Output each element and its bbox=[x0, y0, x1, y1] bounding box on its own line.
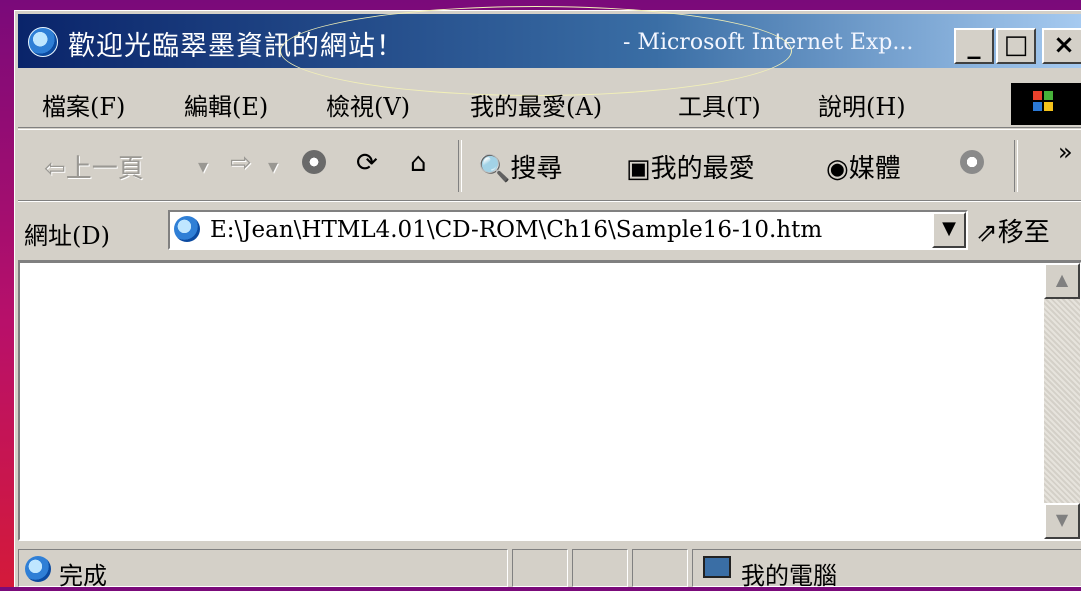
back-arrow-icon: ⇦ bbox=[44, 154, 66, 184]
status-bar: 完成 我的電腦 bbox=[18, 545, 1081, 590]
address-input[interactable]: E:\Jean\HTML4.01\CD-ROM\Ch16\Sample16-10… bbox=[168, 210, 968, 250]
ie-status-icon bbox=[25, 556, 51, 582]
minimize-button[interactable]: _ bbox=[954, 28, 994, 64]
menu-edit[interactable]: 編輯(E) bbox=[184, 87, 268, 122]
scroll-down-button[interactable]: ▼ bbox=[1044, 503, 1080, 539]
title-bar[interactable]: 歡迎光臨翠墨資訊的網站！ - Microsoft Internet Exp...… bbox=[18, 6, 1081, 96]
refresh-button[interactable]: ⟳ bbox=[356, 148, 378, 178]
media-icon: ◉ bbox=[826, 154, 849, 184]
status-main-pane: 完成 bbox=[18, 549, 508, 590]
window-title: 歡迎光臨翠墨資訊的網站！ bbox=[68, 31, 404, 62]
history-button[interactable] bbox=[960, 148, 984, 178]
go-label: 移至 bbox=[997, 218, 1050, 248]
status-zone-text: 我的電腦 bbox=[741, 562, 837, 590]
page-icon bbox=[174, 216, 200, 242]
favorites-label: 我的最愛 bbox=[650, 154, 755, 184]
menu-view[interactable]: 檢視(V) bbox=[326, 87, 410, 122]
menu-favorites[interactable]: 我的最愛(A) bbox=[470, 87, 602, 122]
stop-icon bbox=[302, 150, 326, 174]
browser-window: 歡迎光臨翠墨資訊的網站！ - Microsoft Internet Exp...… bbox=[14, 6, 1081, 590]
media-label: 媒體 bbox=[848, 154, 901, 184]
status-zone-pane: 我的電腦 bbox=[692, 549, 1081, 590]
status-pane-3 bbox=[572, 549, 628, 587]
windows-throbber bbox=[1011, 83, 1081, 125]
close-button[interactable]: × bbox=[1042, 28, 1081, 64]
forward-arrow-icon: ⇨ bbox=[230, 148, 252, 178]
search-icon: 🔍 bbox=[478, 154, 511, 184]
back-button[interactable]: ⇦上一頁 bbox=[44, 148, 144, 185]
windows-logo-icon bbox=[1033, 91, 1055, 113]
home-button[interactable]: ⌂ bbox=[410, 148, 427, 178]
back-label: 上一頁 bbox=[65, 154, 144, 184]
history-icon bbox=[960, 150, 984, 174]
back-dropdown-icon[interactable]: ▾ bbox=[198, 154, 208, 178]
menu-file[interactable]: 檔案(F) bbox=[42, 87, 125, 122]
forward-dropdown-icon[interactable]: ▾ bbox=[268, 154, 278, 178]
window-app-name: - Microsoft Internet Exp... bbox=[623, 30, 914, 55]
toolbar-separator-2 bbox=[1014, 140, 1018, 192]
my-computer-icon bbox=[703, 556, 731, 578]
search-label: 搜尋 bbox=[510, 154, 563, 184]
menu-bar: 檔案(F) 編輯(E) 檢視(V) 我的最愛(A) 工具(T) 說明(H) bbox=[18, 75, 1081, 128]
menu-help[interactable]: 說明(H) bbox=[818, 87, 906, 122]
status-pane-2 bbox=[512, 549, 568, 587]
address-label: 網址(D) bbox=[24, 222, 110, 250]
maximize-button[interactable]: □ bbox=[996, 28, 1036, 64]
page-content-area[interactable]: ▲ ▼ bbox=[18, 261, 1081, 541]
toolbar-overflow-button[interactable]: » bbox=[1058, 138, 1073, 166]
vertical-scrollbar[interactable]: ▲ ▼ bbox=[1044, 263, 1080, 539]
refresh-icon: ⟳ bbox=[356, 148, 378, 178]
favorites-button[interactable]: ▣我的最愛 bbox=[626, 148, 755, 185]
media-button[interactable]: ◉媒體 bbox=[826, 148, 901, 185]
scroll-up-button[interactable]: ▲ bbox=[1044, 263, 1080, 299]
home-icon: ⌂ bbox=[410, 148, 427, 178]
ie-logo-icon bbox=[28, 27, 58, 57]
standard-toolbar: ⇦上一頁 ▾ ⇨ ▾ ⟳ ⌂ 🔍搜尋 ▣我的最愛 ◉媒體 » bbox=[18, 129, 1081, 201]
go-arrow-icon: ⇗ bbox=[976, 218, 998, 248]
address-dropdown-button[interactable]: ▼ bbox=[932, 212, 966, 248]
menu-tools[interactable]: 工具(T) bbox=[678, 87, 761, 122]
stop-button[interactable] bbox=[302, 148, 326, 178]
status-text: 完成 bbox=[59, 562, 107, 590]
address-bar: 網址(D) E:\Jean\HTML4.01\CD-ROM\Ch16\Sampl… bbox=[18, 201, 1081, 261]
status-pane-4 bbox=[632, 549, 688, 587]
toolbar-separator bbox=[458, 140, 462, 192]
search-button[interactable]: 🔍搜尋 bbox=[478, 148, 562, 185]
address-value[interactable]: E:\Jean\HTML4.01\CD-ROM\Ch16\Sample16-10… bbox=[210, 217, 822, 243]
favorites-icon: ▣ bbox=[626, 154, 651, 184]
go-button[interactable]: ⇗移至 bbox=[976, 212, 1050, 249]
forward-button[interactable]: ⇨ bbox=[230, 148, 252, 178]
